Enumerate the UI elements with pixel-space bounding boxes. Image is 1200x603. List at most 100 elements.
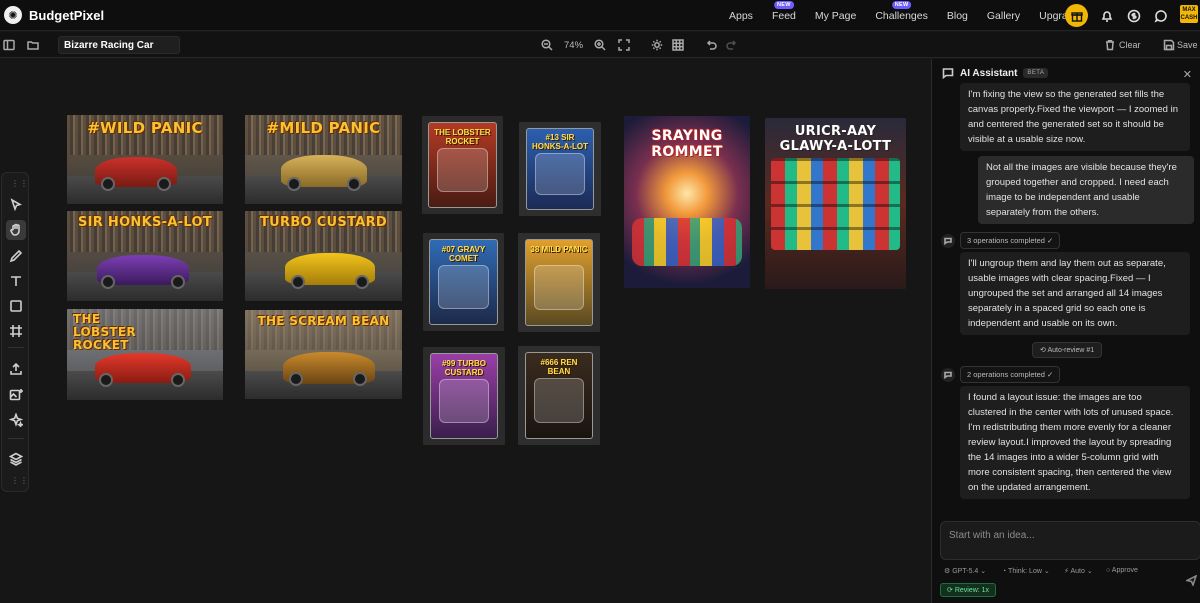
wheel bbox=[101, 177, 115, 191]
prompt-placeholder: Start with an idea... bbox=[949, 530, 1035, 541]
poster-cars bbox=[632, 218, 742, 266]
toy-package: THE LOBSTER ROCKET bbox=[428, 121, 497, 209]
sidebar-toggle-icon[interactable] bbox=[2, 38, 16, 52]
wheel bbox=[171, 373, 185, 387]
nav-link-apps[interactable]: Apps bbox=[729, 10, 753, 22]
nav-icons bbox=[1065, 0, 1169, 31]
image-card[interactable]: TURBO CUSTARD bbox=[245, 211, 402, 301]
layers-icon[interactable] bbox=[6, 449, 26, 469]
zoom-in-icon[interactable] bbox=[593, 38, 607, 52]
review-label: Review: 1x bbox=[954, 587, 990, 594]
bell-icon[interactable] bbox=[1099, 8, 1115, 24]
nav-link-blog[interactable]: Blog bbox=[947, 10, 968, 22]
undo-icon[interactable] bbox=[704, 38, 718, 52]
zoom-out-icon[interactable] bbox=[540, 38, 554, 52]
clear-button[interactable]: Clear bbox=[1119, 40, 1141, 50]
ai-assistant-panel: AI Assistant BETA ✕ I'm fixing the view … bbox=[931, 59, 1200, 603]
canvas[interactable]: #WILD PANIC #MILD PANIC THE LOBSTER ROCK… bbox=[30, 59, 931, 603]
select-arrow-icon[interactable] bbox=[6, 195, 26, 215]
model-select[interactable]: ⚙ GPT-5.4 ⌄ bbox=[944, 567, 986, 575]
image-card[interactable]: #99 TURBO CUSTARD bbox=[423, 347, 505, 445]
grid-icon[interactable] bbox=[671, 38, 685, 52]
frame-crop-icon[interactable] bbox=[6, 321, 26, 341]
trash-icon[interactable] bbox=[1103, 38, 1117, 52]
nav-link-label: My Page bbox=[814, 9, 857, 22]
image-caption: THE LOBSTER ROCKET bbox=[73, 312, 136, 352]
image-card[interactable]: SIR HONKS-A-LOT bbox=[67, 211, 223, 301]
drag-handle-icon[interactable]: ⋮⋮ bbox=[11, 477, 28, 485]
toy-package: #07 GRAVY COMET bbox=[429, 238, 498, 326]
auto-select[interactable]: ⚡ Auto ⌄ bbox=[1064, 567, 1093, 575]
think-select[interactable]: ◔ Think: Low ⌄ bbox=[1002, 567, 1050, 575]
nav-link-challenges[interactable]: NEW Challenges bbox=[875, 0, 928, 22]
blister bbox=[438, 265, 489, 309]
approve-toggle[interactable]: ○ Approve bbox=[1106, 567, 1138, 574]
upload-icon[interactable] bbox=[6, 359, 26, 379]
gift-icon[interactable] bbox=[1065, 4, 1088, 27]
ai-avatar-icon bbox=[941, 234, 955, 248]
project-title-input[interactable]: Bizarre Racing Car bbox=[58, 36, 180, 54]
toy-package: #13 SIR HONKS-A-LOT bbox=[525, 127, 595, 211]
zoom-level: 74% bbox=[564, 40, 584, 51]
image-card[interactable]: THE SCREAM BEAN bbox=[245, 310, 402, 399]
hand-pan-icon[interactable] bbox=[6, 220, 26, 240]
nav-link-label: Apps bbox=[729, 9, 753, 22]
pen-icon[interactable] bbox=[6, 246, 26, 266]
image-card[interactable]: #07 GRAVY COMET bbox=[423, 233, 504, 331]
blister bbox=[534, 152, 586, 195]
image-card[interactable]: #666 REN BEAN bbox=[518, 346, 600, 445]
auto-label: Auto bbox=[1070, 568, 1085, 575]
package-title: 38 MILD PANIC bbox=[530, 245, 588, 255]
text-icon[interactable] bbox=[6, 271, 26, 291]
add-image-icon[interactable] bbox=[6, 385, 26, 405]
image-card[interactable]: THE LOBSTER ROCKET bbox=[67, 309, 223, 400]
brightness-icon[interactable] bbox=[650, 38, 664, 52]
package-title: THE LOBSTER ROCKET bbox=[434, 127, 491, 146]
blister bbox=[438, 379, 490, 423]
top-nav: ✺ BudgetPixel Apps NEW Feed My Page NEW Ch… bbox=[0, 0, 1200, 31]
dollar-coin-icon[interactable] bbox=[1126, 8, 1142, 24]
max-cash-badge[interactable]: MAX CASH bbox=[1180, 5, 1198, 23]
folder-icon[interactable] bbox=[26, 38, 40, 52]
prompt-input[interactable]: Start with an idea... bbox=[940, 521, 1200, 560]
ai-sparkle-icon[interactable] bbox=[6, 410, 26, 430]
image-card[interactable]: #WILD PANIC bbox=[67, 115, 223, 204]
operations-completed-badge[interactable]: 3 operations completed ✓ bbox=[960, 232, 1061, 249]
redo-icon[interactable] bbox=[725, 38, 739, 52]
nav-link-gallery[interactable]: Gallery bbox=[987, 10, 1020, 22]
image-card[interactable]: THE LOBSTER ROCKET bbox=[422, 116, 503, 214]
poster-cars bbox=[771, 158, 900, 250]
nav-link-feed[interactable]: NEW Feed bbox=[772, 0, 796, 22]
brand[interactable]: ✺ BudgetPixel bbox=[0, 0, 104, 31]
poster-title: SRAYING ROMMET bbox=[651, 128, 723, 160]
image-caption: SIR HONKS-A-LOT bbox=[77, 215, 213, 230]
operations-completed-badge[interactable]: 2 operations completed ✓ bbox=[960, 366, 1061, 383]
wheel bbox=[99, 373, 113, 387]
fit-screen-icon[interactable] bbox=[617, 38, 631, 52]
package-title: #99 TURBO CUSTARD bbox=[441, 358, 486, 377]
nav-links: Apps NEW Feed My Page NEW Challenges Blog … bbox=[729, 0, 1098, 31]
image-card[interactable]: #13 SIR HONKS-A-LOT bbox=[519, 122, 601, 216]
send-icon[interactable] bbox=[1184, 573, 1198, 587]
auto-review-chip[interactable]: ⟲ Auto-review #1 bbox=[1032, 342, 1103, 358]
nav-link-my-page[interactable]: My Page bbox=[815, 10, 856, 22]
budgetpixel-logo-icon: ✺ bbox=[4, 6, 22, 24]
review-toggle[interactable]: ⟳ Review: 1x bbox=[940, 583, 997, 597]
image-card[interactable]: 38 MILD PANIC bbox=[518, 233, 600, 332]
save-icon[interactable] bbox=[1162, 38, 1176, 52]
rail-divider bbox=[8, 438, 24, 439]
panel-title: AI Assistant bbox=[960, 67, 1018, 79]
rectangle-icon[interactable] bbox=[6, 296, 26, 316]
save-button[interactable]: Save bbox=[1177, 40, 1198, 50]
drag-handle-icon[interactable]: ⋮⋮ bbox=[11, 180, 28, 188]
wheel bbox=[353, 372, 367, 386]
wheel bbox=[289, 372, 303, 386]
image-card[interactable]: URICR-AAY GLAWY-A-LOTT bbox=[765, 118, 906, 289]
image-card[interactable]: SRAYING ROMMET bbox=[624, 116, 750, 288]
image-card[interactable]: #MILD PANIC bbox=[245, 115, 402, 204]
chat-bubble-icon[interactable] bbox=[1153, 8, 1169, 24]
chat-icon bbox=[942, 68, 954, 79]
close-icon[interactable]: ✕ bbox=[1183, 68, 1192, 81]
ai-message: I found a layout issue: the images are t… bbox=[960, 386, 1190, 499]
beta-badge: BETA bbox=[1023, 68, 1049, 78]
